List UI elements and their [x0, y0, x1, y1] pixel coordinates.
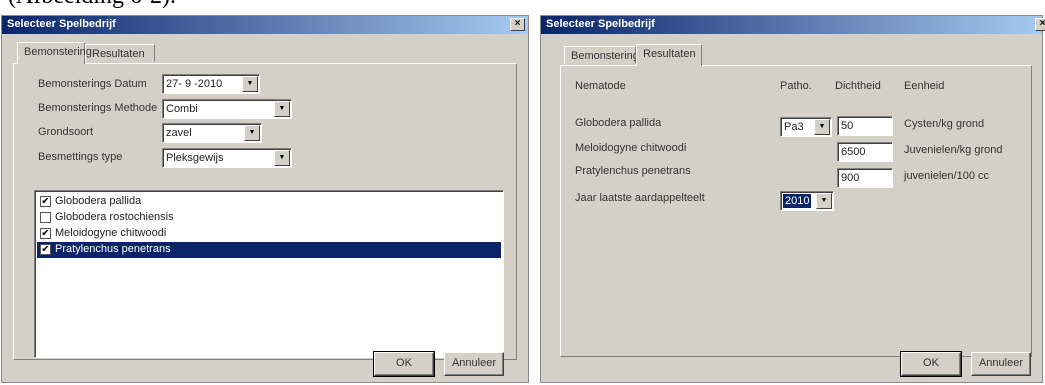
figure-caption: (Afbeelding 6-2). — [8, 0, 176, 10]
window-title: Selecteer Spelbedrijf — [546, 18, 655, 30]
tab-bemonstering[interactable]: Bemonstering — [17, 42, 92, 64]
chevron-down-icon[interactable]: ▼ — [242, 76, 258, 92]
dichtheid-input[interactable]: 900 — [837, 168, 893, 188]
checkbox[interactable] — [40, 212, 51, 223]
row-name: Globodera pallida — [575, 117, 662, 129]
eenheid-value: Cysten/kg grond — [904, 118, 985, 130]
eenheid-value: juvenielen/100 cc — [904, 170, 990, 182]
header-nematode: Nematode — [575, 80, 626, 92]
list-item[interactable]: ✔ Globodera pallida — [37, 194, 501, 210]
tab-resultaten[interactable]: Resultaten — [85, 44, 155, 62]
list-item-label: Globodera rostochiensis — [55, 211, 174, 223]
window-title: Selecteer Spelbedrijf — [7, 18, 116, 30]
list-item[interactable]: ✔ Meloidogyne chitwoodi — [37, 226, 501, 242]
list-item-label: Globodera pallida — [55, 195, 142, 207]
chevron-down-icon[interactable]: ▼ — [274, 150, 290, 166]
dialog-resultaten: Selecteer Spelbedrijf × Bemonstering Res… — [540, 15, 1045, 383]
patho-value: Pa3 — [784, 121, 804, 133]
methode-value: Combi — [166, 103, 198, 115]
chevron-down-icon[interactable]: ▼ — [816, 193, 832, 209]
row-name: Pratylenchus penetrans — [575, 165, 691, 177]
dichtheid-value: 900 — [841, 172, 860, 184]
datum-label: Bemonsterings Datum — [38, 78, 147, 90]
dichtheid-input[interactable]: 50 — [837, 116, 893, 136]
list-item-selected[interactable]: ✔ Pratylenchus penetrans — [37, 242, 501, 258]
tab-control: Bemonstering Resultaten Nematode Patho. … — [556, 44, 1034, 364]
datum-picker[interactable]: 27- 9 -2010 ▼ — [162, 74, 260, 94]
jaar-select[interactable]: 2010 ▼ — [780, 191, 834, 211]
checkbox[interactable]: ✔ — [40, 196, 51, 207]
list-item-label: Meloidogyne chitwoodi — [55, 227, 167, 239]
title-bar[interactable]: Selecteer Spelbedrijf — [541, 16, 1042, 34]
eenheid-value: Juvenielen/kg grond — [904, 144, 1003, 156]
close-button[interactable]: × — [1035, 18, 1045, 31]
tab-resultaten[interactable]: Resultaten — [636, 44, 702, 66]
cancel-button[interactable]: Annuleer — [444, 352, 504, 376]
checkbox[interactable]: ✔ — [40, 244, 51, 255]
patho-select[interactable]: Pa3 ▼ — [780, 117, 832, 137]
grondsoort-value: zavel — [166, 127, 192, 139]
dichtheid-value: 50 — [841, 120, 854, 132]
methode-select[interactable]: Combi ▼ — [162, 99, 292, 119]
header-patho: Patho. — [780, 80, 812, 92]
checkbox[interactable]: ✔ — [40, 228, 51, 239]
grondsoort-select[interactable]: zavel ▼ — [162, 123, 262, 143]
cancel-button[interactable]: Annuleer — [971, 352, 1031, 376]
list-item-label: Pratylenchus penetrans — [55, 243, 171, 255]
besmetting-select[interactable]: Pleksgewijs ▼ — [162, 148, 292, 168]
tab-panel-resultaten: Nematode Patho. Dichtheid Eenheid Globod… — [560, 65, 1032, 357]
tab-panel-bemonstering: Bemonsterings Datum 27- 9 -2010 ▼ Bemons… — [13, 63, 517, 360]
row-name: Meloidogyne chitwoodi — [575, 142, 687, 154]
jaar-value: 2010 — [783, 194, 812, 208]
close-button[interactable]: × — [510, 18, 525, 31]
dialog-bemonstering: Selecteer Spelbedrijf × Bemonstering Res… — [1, 15, 529, 383]
chevron-down-icon[interactable]: ▼ — [274, 101, 290, 117]
header-eenheid: Eenheid — [904, 80, 945, 92]
nematode-list[interactable]: ✔ Globodera pallida Globodera rostochien… — [34, 190, 504, 358]
datum-value: 27- 9 -2010 — [166, 78, 223, 90]
ok-button[interactable]: OK — [900, 351, 962, 377]
grondsoort-label: Grondsoort — [38, 126, 94, 138]
chevron-down-icon[interactable]: ▼ — [244, 125, 260, 141]
list-item[interactable]: Globodera rostochiensis — [37, 210, 501, 226]
tab-bemonstering[interactable]: Bemonstering — [564, 46, 639, 64]
title-bar[interactable]: Selecteer Spelbedrijf — [2, 16, 528, 34]
tab-control: Bemonstering Resultaten Bemonsterings Da… — [9, 42, 521, 362]
besmetting-value: Pleksgewijs — [166, 152, 224, 164]
jaar-label: Jaar laatste aardappelteelt — [575, 192, 705, 204]
chevron-down-icon[interactable]: ▼ — [814, 119, 830, 135]
ok-button[interactable]: OK — [373, 351, 435, 377]
besmetting-label: Besmettings type — [38, 151, 123, 163]
dichtheid-value: 6500 — [841, 146, 866, 158]
methode-label: Bemonsterings Methode — [38, 102, 158, 114]
header-dichtheid: Dichtheid — [835, 80, 881, 92]
dichtheid-input[interactable]: 6500 — [837, 142, 893, 162]
